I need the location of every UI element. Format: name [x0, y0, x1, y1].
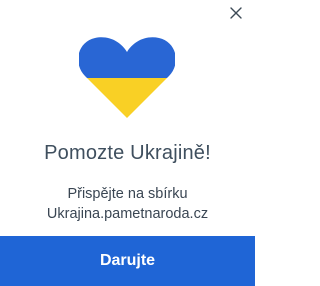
ukraine-flag-heart-icon [79, 36, 175, 120]
popup-subtitle: Přispějte na sbírku Ukrajina.pametnaroda… [0, 184, 255, 224]
subtitle-line-1: Přispějte na sbírku [67, 186, 188, 202]
donate-button[interactable]: Darujte [0, 236, 255, 286]
subtitle-link: Ukrajina.pametnaroda.cz [46, 206, 209, 222]
close-icon[interactable] [229, 6, 243, 20]
popup-title: Pomozte Ukrajině! [44, 142, 211, 164]
donation-popup: Pomozte Ukrajině! Přispějte na sbírku Uk… [0, 0, 255, 286]
